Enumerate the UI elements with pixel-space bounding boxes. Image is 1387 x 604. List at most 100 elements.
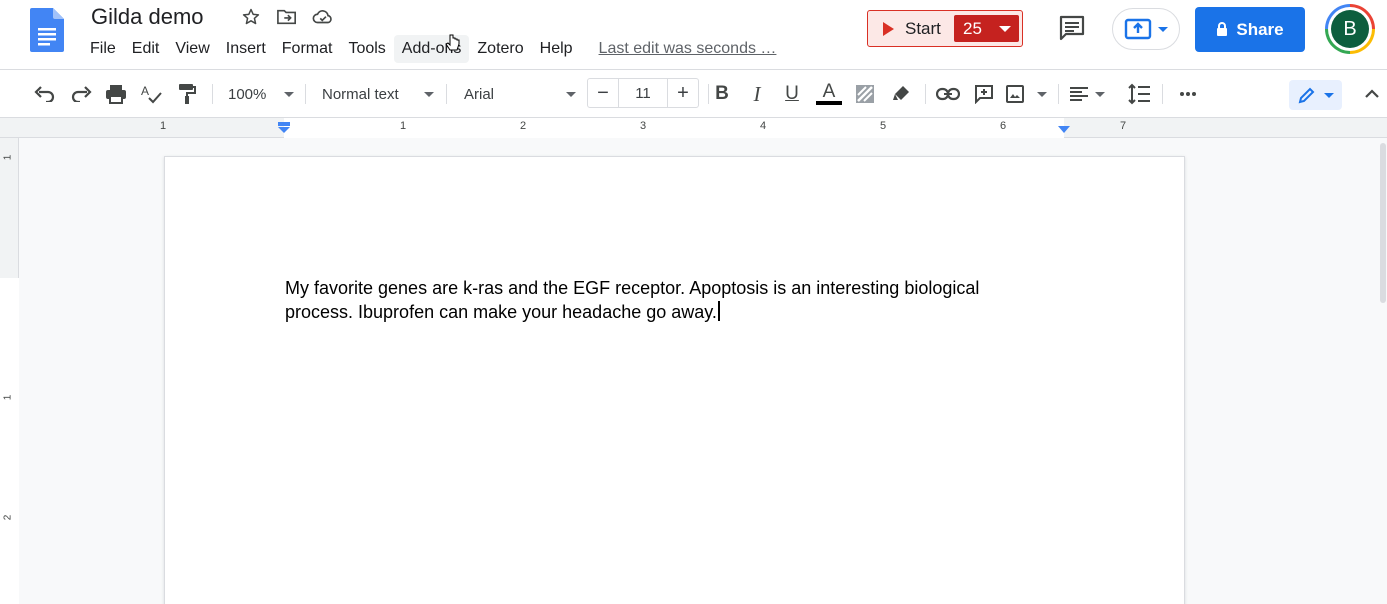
document-page[interactable]: My favorite genes are k-ras and the EGF …	[164, 156, 1185, 604]
document-title[interactable]: Gilda demo	[91, 4, 204, 30]
underline-button[interactable]: U	[780, 82, 804, 106]
highlight-color-icon[interactable]	[853, 82, 877, 106]
toolbar-divider	[212, 84, 213, 104]
toolbar-divider	[925, 84, 926, 104]
editing-mode-dropdown[interactable]	[1289, 80, 1342, 110]
caret-down-icon	[566, 91, 576, 97]
ruler-label: 4	[760, 120, 767, 132]
caret-down-icon	[998, 25, 1011, 32]
ruler-label: 2	[520, 120, 527, 132]
vertical-ruler[interactable]: 1 1 2	[0, 138, 19, 604]
caret-down-icon	[1323, 92, 1334, 98]
share-label: Share	[1236, 19, 1284, 39]
comments-icon[interactable]	[1057, 14, 1087, 42]
zoom-value: 100%	[228, 85, 267, 103]
avatar-ring: B	[1328, 7, 1372, 51]
ruler-label: 6	[1000, 120, 1007, 132]
decrease-font-size-button[interactable]: −	[588, 79, 618, 107]
play-icon	[883, 21, 894, 36]
paragraph-style-dropdown[interactable]: Normal text	[316, 82, 434, 106]
mouse-pointer-icon	[445, 34, 460, 51]
move-folder-icon[interactable]	[276, 6, 298, 28]
caret-down-icon	[424, 91, 434, 97]
document-body[interactable]: My favorite genes are k-ras and the EGF …	[285, 276, 1025, 324]
paragraph-style-value: Normal text	[322, 85, 399, 103]
align-dropdown[interactable]	[1069, 82, 1105, 106]
caret-down-icon	[1158, 26, 1168, 32]
font-family-dropdown[interactable]: Arial	[458, 82, 576, 106]
menu-edit[interactable]: Edit	[124, 35, 168, 63]
increase-font-size-button[interactable]: +	[668, 79, 698, 107]
star-icon[interactable]	[240, 6, 262, 28]
add-comment-icon[interactable]	[972, 82, 996, 106]
toolbar-divider	[305, 84, 306, 104]
text-color-button[interactable]: A	[815, 82, 843, 106]
print-icon[interactable]	[104, 82, 128, 106]
formatting-toolbar: A 100% Normal text Arial − 11 + B I U A	[0, 70, 1387, 118]
italic-button[interactable]: I	[745, 82, 769, 106]
insert-image-dropdown[interactable]	[1005, 82, 1047, 106]
menu-help[interactable]: Help	[532, 35, 581, 63]
lock-icon	[1217, 22, 1228, 36]
insert-link-icon[interactable]	[936, 82, 960, 106]
present-icon	[1124, 18, 1152, 40]
vertical-ruler-label: 2	[2, 514, 14, 521]
text-color-letter: A	[822, 81, 836, 102]
last-edit-link[interactable]: Last edit was seconds …	[599, 40, 777, 58]
timer-count-dropdown[interactable]: 25	[954, 15, 1019, 42]
timer-count: 25	[963, 18, 982, 38]
toolbar-divider	[708, 84, 709, 104]
line-spacing-icon[interactable]	[1127, 82, 1151, 106]
menu-file[interactable]: File	[82, 35, 124, 63]
document-paragraph: My favorite genes are k-ras and the EGF …	[285, 278, 980, 322]
ruler-label: 5	[880, 120, 887, 132]
avatar-initial: B	[1331, 10, 1369, 48]
font-family-value: Arial	[464, 85, 495, 103]
ruler-label: 1	[400, 120, 407, 132]
toolbar-divider	[446, 84, 447, 104]
present-button[interactable]	[1112, 8, 1180, 50]
caret-down-icon	[284, 91, 294, 97]
vertical-scrollbar[interactable]	[1377, 139, 1387, 604]
start-timer-button[interactable]: Start 25	[867, 10, 1023, 47]
docs-logo-icon[interactable]	[30, 8, 64, 52]
menu-bar: File Edit View Insert Format Tools Add-o…	[82, 34, 776, 64]
vertical-ruler-label: 1	[2, 154, 14, 161]
cloud-saved-icon[interactable]	[312, 6, 334, 28]
font-size-input[interactable]: 11	[618, 79, 668, 107]
vertical-ruler-text-area	[0, 278, 19, 604]
pencil-icon	[1298, 87, 1314, 104]
paint-format-icon[interactable]	[175, 82, 199, 106]
caret-down-icon	[1037, 91, 1047, 97]
undo-icon[interactable]	[33, 82, 57, 106]
spellcheck-icon[interactable]: A	[139, 82, 163, 106]
horizontal-ruler[interactable]: 1 1 2 3 4 5 6 7	[0, 118, 1387, 138]
account-avatar[interactable]: B	[1325, 4, 1375, 54]
text-color-swatch	[816, 101, 842, 105]
font-size-control: − 11 +	[587, 78, 699, 108]
redo-icon[interactable]	[69, 82, 93, 106]
menu-insert[interactable]: Insert	[218, 35, 274, 63]
start-label: Start	[905, 18, 941, 38]
menu-zotero[interactable]: Zotero	[469, 35, 531, 63]
bold-button[interactable]: B	[710, 82, 734, 106]
zoom-dropdown[interactable]: 100%	[222, 82, 294, 106]
toolbar-divider	[1162, 84, 1163, 104]
left-indent-marker-icon[interactable]	[277, 121, 291, 135]
collapse-menus-icon[interactable]	[1360, 82, 1384, 106]
right-indent-marker-icon[interactable]	[1057, 125, 1071, 135]
image-icon	[1006, 85, 1024, 103]
menu-tools[interactable]: Tools	[340, 35, 393, 63]
scrollbar-thumb[interactable]	[1380, 143, 1386, 303]
align-left-icon	[1070, 87, 1088, 101]
marker-icon[interactable]	[889, 82, 913, 106]
menu-view[interactable]: View	[167, 35, 217, 63]
header-bar: Gilda demo File Edit View Insert Format …	[0, 0, 1387, 70]
more-options-icon[interactable]	[1176, 82, 1200, 106]
title-icons	[240, 6, 334, 28]
ruler-label: 3	[640, 120, 647, 132]
menu-format[interactable]: Format	[274, 35, 341, 63]
caret-down-icon	[1095, 91, 1105, 97]
share-button[interactable]: Share	[1195, 7, 1305, 52]
text-cursor	[717, 301, 720, 321]
